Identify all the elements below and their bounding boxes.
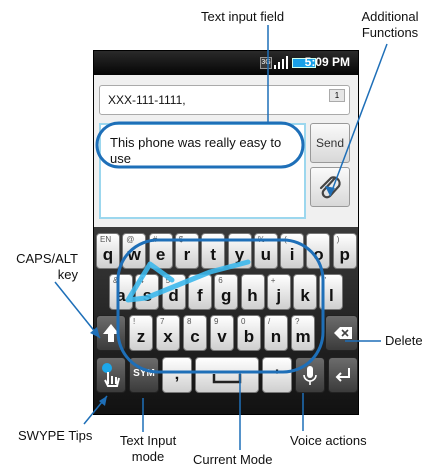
leader-caps-alt: [54, 281, 101, 339]
arrowhead-caps-alt: [90, 327, 100, 338]
leader-additional-functions: [329, 43, 388, 197]
text-field-highlight-oval: [95, 121, 305, 169]
swype-trace: [125, 259, 251, 303]
annotation-overlay: [54, 25, 388, 450]
keyboard-mode-highlight-oval: [116, 238, 325, 374]
